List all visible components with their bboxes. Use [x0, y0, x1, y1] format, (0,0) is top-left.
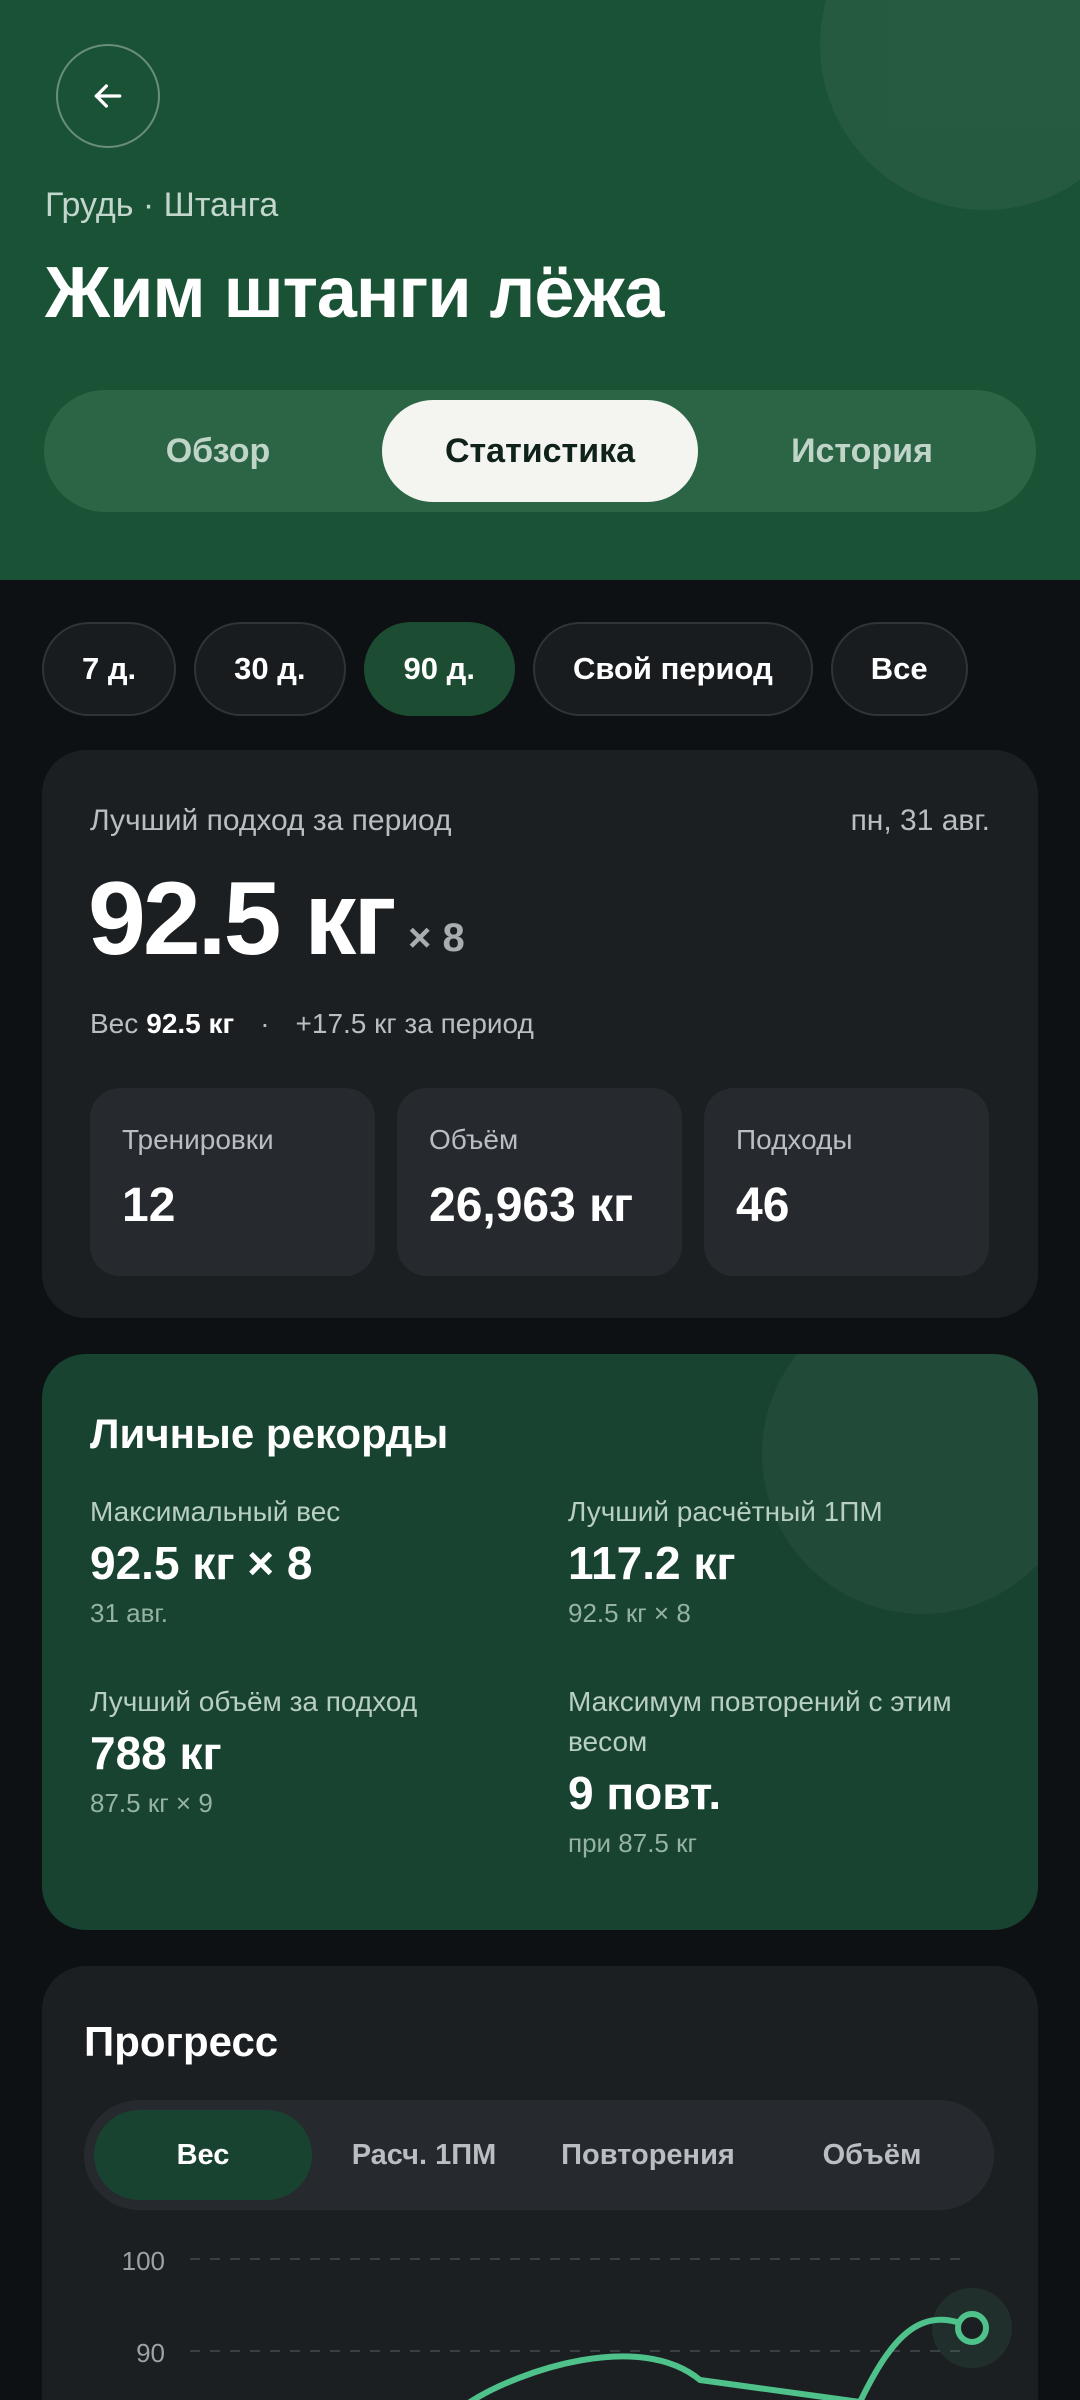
period-chip-30d[interactable]: 30 д.	[194, 622, 346, 716]
records-title: Личные рекорды	[90, 1410, 449, 1457]
stat-value: 26,963 кг	[429, 1179, 634, 1232]
best-set-date: пн, 31 авг.	[850, 804, 990, 837]
record-max-reps: Максимум повторений с этим весом 9 повт.…	[568, 1682, 998, 1859]
record-best-1rm: Лучший расчётный 1ПМ 117.2 кг 92.5 кг × …	[568, 1492, 1008, 1629]
series-line	[467, 2316, 975, 2400]
stat-value: 46	[736, 1179, 790, 1232]
record-sub: 92.5 кг × 8	[568, 1598, 691, 1628]
weight-label: Вес	[90, 1008, 139, 1039]
tab-statistics[interactable]: Статистика	[382, 400, 698, 502]
tab-overview[interactable]: Обзор	[54, 400, 382, 502]
stat-volume: Объём 26,963 кг	[397, 1088, 682, 1276]
record-value: 788 кг	[90, 1727, 222, 1779]
best-set-meta: Вес 92.5 кг · +17.5 кг за период	[90, 1008, 534, 1040]
tab-metric-1rm[interactable]: Расч. 1ПМ	[312, 2110, 536, 2200]
section-tabs: Обзор Статистика История	[44, 390, 1036, 512]
exercise-category: Грудь · Штанга	[45, 186, 279, 224]
record-value: 9 повт.	[568, 1767, 722, 1819]
record-label: Лучший объём за подход	[90, 1686, 418, 1717]
record-best-volume: Лучший объём за подход 788 кг 87.5 кг × …	[90, 1682, 530, 1819]
period-selector: 7 д. 30 д. 90 д. Свой период Все	[42, 622, 968, 716]
y-tick-label: 100	[122, 2246, 165, 2276]
record-label: Лучший расчётный 1ПМ	[568, 1496, 883, 1527]
metric-tabs: Вес Расч. 1ПМ Повторения Объём	[84, 2100, 994, 2210]
period-chip-all[interactable]: Все	[830, 622, 968, 716]
page-title: Жим штанги лёжа	[45, 253, 664, 333]
personal-records-card: Личные рекорды Максимальный вес 92.5 кг …	[42, 1354, 1038, 1930]
arrow-left-icon	[94, 84, 122, 108]
record-label: Максимум повторений с этим весом	[568, 1686, 952, 1757]
stat-label: Подходы	[736, 1124, 853, 1155]
record-sub: 31 авг.	[90, 1598, 168, 1628]
stat-label: Тренировки	[122, 1124, 274, 1155]
record-sub: при 87.5 кг	[568, 1828, 697, 1858]
header-decoration	[820, 0, 1080, 210]
record-sub: 87.5 кг × 9	[90, 1788, 213, 1818]
stat-sets: Подходы 46	[704, 1088, 989, 1276]
best-set-reps: × 8	[408, 916, 465, 960]
period-change: +17.5 кг за период	[295, 1008, 534, 1039]
back-button[interactable]	[56, 44, 160, 148]
record-value: 92.5 кг × 8	[90, 1537, 313, 1589]
stat-label: Объём	[429, 1124, 519, 1155]
tab-history[interactable]: История	[698, 400, 1026, 502]
stat-value: 12	[122, 1179, 176, 1232]
record-max-weight: Максимальный вес 92.5 кг × 8 31 авг.	[90, 1492, 530, 1629]
weight-value: 92.5 кг	[146, 1008, 235, 1039]
header: Грудь · Штанга Жим штанги лёжа Обзор Ста…	[0, 0, 1080, 580]
record-value: 117.2 кг	[568, 1537, 736, 1589]
best-set-card: Лучший подход за период пн, 31 авг. 92.5…	[42, 750, 1038, 1318]
progress-chart: 100 90	[122, 2246, 1012, 2400]
tab-metric-reps[interactable]: Повторения	[536, 2110, 760, 2200]
progress-title: Прогресс	[84, 2018, 279, 2065]
meta-separator: ·	[260, 1008, 270, 1039]
period-chip-7d[interactable]: 7 д.	[42, 622, 177, 716]
period-chip-90d[interactable]: 90 д.	[363, 622, 515, 716]
y-tick-label: 90	[136, 2338, 165, 2368]
stat-workouts: Тренировки 12	[90, 1088, 375, 1276]
period-chip-custom[interactable]: Свой период	[532, 622, 813, 716]
tab-metric-weight[interactable]: Вес	[94, 2110, 312, 2200]
best-set-value: 92.5 кг	[88, 861, 397, 977]
record-label: Максимальный вес	[90, 1496, 341, 1527]
best-set-label: Лучший подход за период	[90, 804, 452, 837]
latest-data-point[interactable]	[955, 2311, 989, 2345]
stats-row: Тренировки 12 Объём 26,963 кг Подходы 46	[90, 1088, 989, 1276]
tab-metric-volume[interactable]: Объём	[760, 2110, 984, 2200]
